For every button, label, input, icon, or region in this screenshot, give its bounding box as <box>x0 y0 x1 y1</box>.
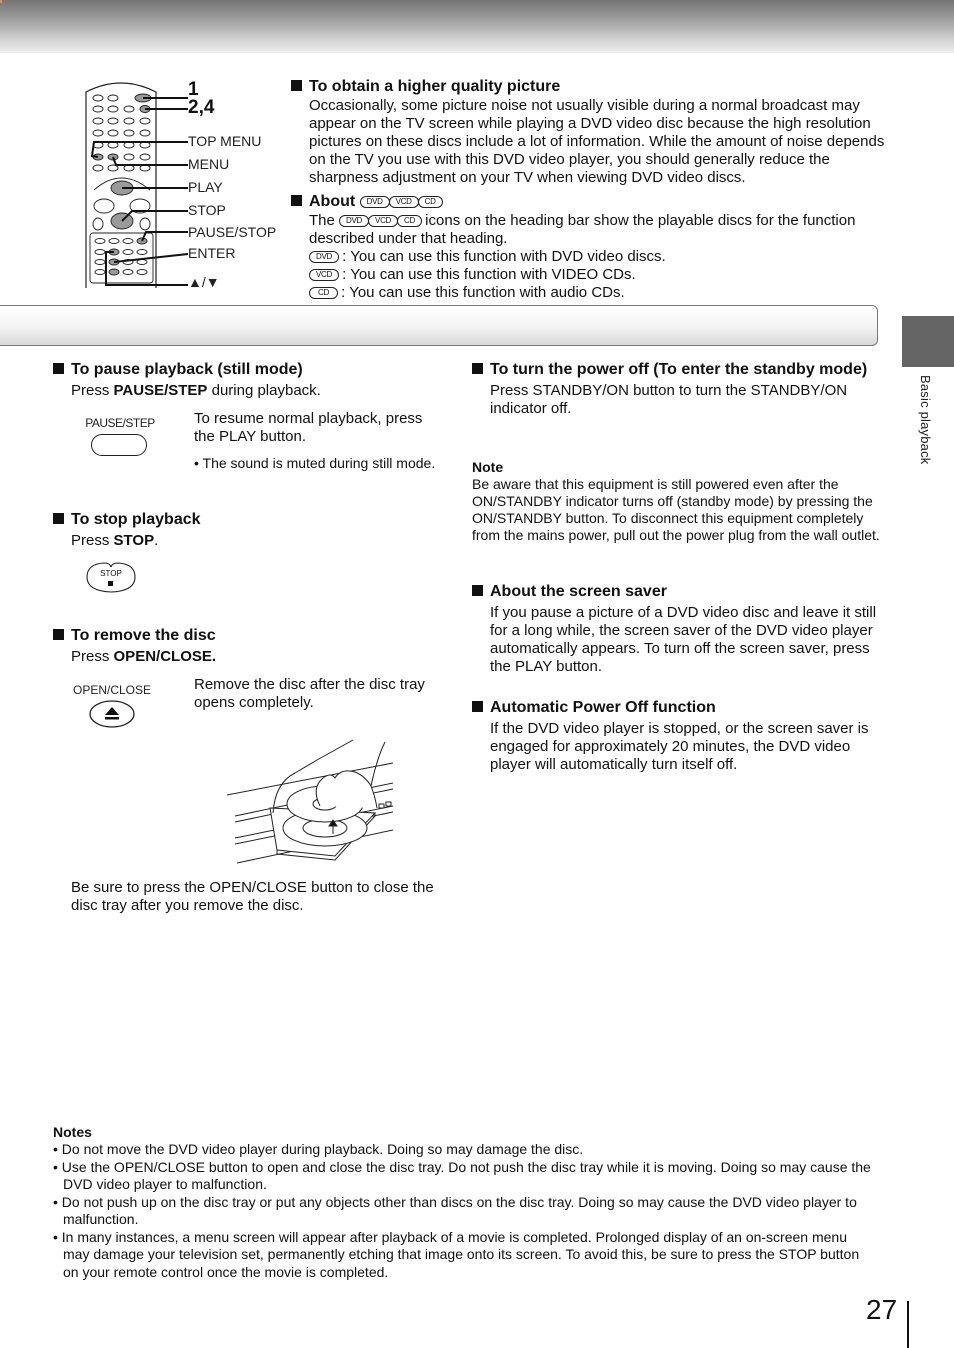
page-number: 27 <box>866 1294 898 1325</box>
stop-heading: To stop playback <box>53 510 443 530</box>
label-menu: MENU <box>188 156 230 172</box>
vcd-badge-icon: VCD <box>309 269 339 281</box>
label-up-down: ▲/▼ <box>188 274 220 290</box>
standby-note: Note Be aware that this equipment is sti… <box>472 459 882 544</box>
dvd-badge-icon: DVD <box>309 251 339 263</box>
cd-badge-icon: CD <box>397 215 422 227</box>
callout-2-4: 2,4 <box>188 97 215 118</box>
remove-details: Remove the disc after the disc tray open… <box>194 676 425 711</box>
square-bullet-icon <box>53 513 64 524</box>
label-pause-stop: PAUSE/STOP <box>188 224 277 240</box>
note-body: Be aware that this equipment is still po… <box>472 476 880 543</box>
power-body: Press STANDBY/ON button to turn the STAN… <box>490 382 848 417</box>
label-play: PLAY <box>188 179 223 195</box>
label-enter: ENTER <box>188 245 236 261</box>
cd-badge-icon: CD <box>309 287 338 299</box>
disc-removal-illustration <box>225 738 395 868</box>
open-close-caption: OPEN/CLOSE <box>72 683 152 697</box>
power-heading: To turn the power off (To enter the stan… <box>472 360 882 380</box>
about-body: The DVD VCD CD icons on the heading bar sh… <box>291 212 886 302</box>
note-item: • Do not move the DVD video player durin… <box>53 1141 584 1157</box>
quality-body: Occasionally, some picture noise not usu… <box>309 97 885 186</box>
square-bullet-icon <box>291 195 302 206</box>
intro-section: To obtain a higher quality picture Occas… <box>291 77 886 302</box>
pause-section: To pause playback (still mode) Press PAU… <box>53 360 443 400</box>
square-bullet-icon <box>472 585 483 596</box>
chapter-tab-label: Basic playback <box>918 375 933 465</box>
cd-badge-icon: CD <box>417 196 443 208</box>
page-number-rule <box>907 1301 909 1348</box>
vcd-badge-icon: VCD <box>388 196 419 208</box>
pause-details: To resume normal playback, press the PLA… <box>194 410 444 472</box>
pause-muted-note: • The sound is muted during still mode. <box>194 455 436 471</box>
remote-callout-lines <box>90 97 189 286</box>
remote-labels: TOP MENU MENU PLAY STOP PAUSE/STOP ENTER… <box>188 130 276 294</box>
notes-section: Notes • Do not move the DVD video player… <box>53 1123 873 1281</box>
screensaver-heading: About the screen saver <box>472 582 882 602</box>
about-item-vcd: VCD : You can use this function with VID… <box>309 266 886 284</box>
square-bullet-icon <box>472 701 483 712</box>
notes-list: • Do not move the DVD video player durin… <box>53 1141 873 1281</box>
pause-step-button-icon <box>91 434 147 456</box>
stop-section: To stop playback Press STOP. <box>53 510 443 550</box>
pause-heading: To pause playback (still mode) <box>53 360 443 380</box>
screensaver-body: If you pause a picture of a DVD video di… <box>490 604 877 675</box>
pause-step-caption: PAUSE/STEP <box>85 416 155 430</box>
power-section: To turn the power off (To enter the stan… <box>472 360 882 418</box>
remove-instruction: Press OPEN/CLOSE. <box>71 648 217 665</box>
square-bullet-icon <box>53 629 64 640</box>
corner-mark <box>0 0 2 3</box>
pause-resume-text: To resume normal playback, press the PLA… <box>194 410 423 445</box>
pause-instruction: Press PAUSE/STEP during playback. <box>71 382 321 399</box>
square-bullet-icon <box>291 80 302 91</box>
disc-tray-hand-icon <box>226 739 394 864</box>
remove-closing-text: Be sure to press the OPEN/CLOSE button t… <box>71 879 434 914</box>
header-gradient-band <box>0 0 954 53</box>
square-bullet-icon <box>472 363 483 374</box>
dvd-badge-icon: DVD <box>359 196 390 208</box>
screensaver-section: About the screen saver If you pause a pi… <box>472 582 882 676</box>
dvd-badge-icon: DVD <box>339 215 370 227</box>
remove-heading: To remove the disc <box>53 626 443 646</box>
note-item: • In many instances, a menu screen will … <box>53 1228 860 1280</box>
note-item: • Do not push up on the disc tray or put… <box>53 1193 857 1228</box>
stop-button-icon: STOP <box>84 561 136 593</box>
chapter-tab <box>902 316 954 367</box>
stop-button-caption: STOP <box>100 569 122 578</box>
section-heading-bar <box>0 305 878 346</box>
stop-instruction: Press STOP. <box>71 532 159 549</box>
vcd-badge-icon: VCD <box>368 215 399 227</box>
autopower-heading: Automatic Power Off function <box>472 698 882 718</box>
about-item-dvd: DVD : You can use this function with DVD… <box>309 248 886 266</box>
note-item: • Use the OPEN/CLOSE button to open and … <box>53 1158 871 1193</box>
about-heading: About DVD VCD CD <box>291 192 886 212</box>
notes-title: Notes <box>53 1124 92 1140</box>
about-item-cd: CD : You can use this function with audi… <box>309 284 886 302</box>
label-top-menu: TOP MENU <box>188 133 262 149</box>
remove-section: To remove the disc Press OPEN/CLOSE. <box>53 626 443 666</box>
quality-heading: To obtain a higher quality picture <box>291 77 886 97</box>
eject-button-icon <box>88 698 136 728</box>
autopower-body: If the DVD video player is stopped, or t… <box>490 720 869 773</box>
square-bullet-icon <box>53 363 64 374</box>
autopower-section: Automatic Power Off function If the DVD … <box>472 698 882 774</box>
label-stop: STOP <box>188 202 226 218</box>
note-title: Note <box>472 459 504 475</box>
